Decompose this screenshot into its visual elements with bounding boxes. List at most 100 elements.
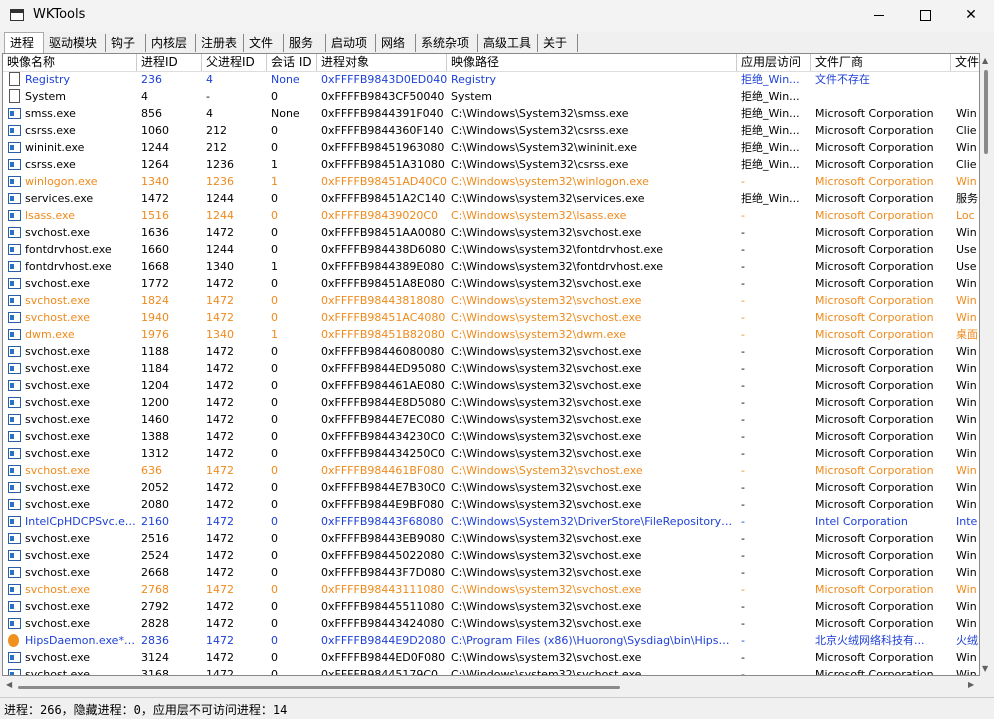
scroll-left-icon[interactable]: ◀	[6, 680, 12, 689]
scroll-down-icon[interactable]: ▼	[982, 664, 988, 673]
column-process-object[interactable]: 进程对象	[317, 54, 447, 71]
cell-parent-pid: 1472	[206, 481, 234, 494]
cell-user-access: -	[741, 260, 745, 273]
cell-image-path: C:\Windows\system32\services.exe	[451, 192, 645, 205]
tab-advanced-tools[interactable]: 高级工具	[478, 34, 538, 52]
cell-pid: 2768	[141, 583, 169, 596]
cell-image-path: C:\Windows\system32\svchost.exe	[451, 498, 642, 511]
cell-pid: 2080	[141, 498, 169, 511]
table-row[interactable]: winlogon.exe 1340 1236 1 0xFFFFB98451AD40C0 C…	[3, 173, 979, 190]
table-row[interactable]: svchost.exe 2792 1472 0 0xFFFFB98445511080 C:…	[3, 598, 979, 615]
table-row[interactable]: dwm.exe 1976 1340 1 0xFFFFB98451B82080 C:\Win…	[3, 326, 979, 343]
table-row[interactable]: smss.exe 856 4 None 0xFFFFB9844391F040 C:\Win…	[3, 105, 979, 122]
tab-about[interactable]: 关于	[538, 34, 578, 52]
column-pid[interactable]: 进程ID	[137, 54, 202, 71]
cell-image-path: C:\Windows\System32\svchost.exe	[451, 464, 643, 477]
minimize-button[interactable]	[856, 0, 902, 30]
table-row[interactable]: svchost.exe 2524 1472 0 0xFFFFB98445022080 C:…	[3, 547, 979, 564]
tab-network[interactable]: 网络	[376, 34, 416, 52]
cell-pid: 236	[141, 73, 162, 86]
table-row[interactable]: svchost.exe 1188 1472 0 0xFFFFB98446080080 C:…	[3, 343, 979, 360]
window-title: WKTools	[33, 7, 86, 22]
table-row[interactable]: svchost.exe 2052 1472 0 0xFFFFB9844E7B30C0 C:…	[3, 479, 979, 496]
cell-image-name: svchost.exe	[25, 668, 91, 676]
cell-image-path: C:\Windows\system32\svchost.exe	[451, 532, 642, 545]
cell-user-access: -	[741, 668, 745, 676]
table-row[interactable]: System 4 - 0 0xFFFFB9843CF50040 System 拒绝_Win.…	[3, 88, 979, 105]
table-row[interactable]: svchost.exe 1772 1472 0 0xFFFFB98451A8E080 C:…	[3, 275, 979, 292]
tab-process[interactable]: 进程	[4, 32, 44, 53]
column-session-id[interactable]: 会话 ID	[267, 54, 317, 71]
horizontal-scroll-thumb[interactable]	[18, 686, 620, 689]
table-row[interactable]: svchost.exe 1204 1472 0 0xFFFFB984461AE080 C:…	[3, 377, 979, 394]
table-row[interactable]: lsass.exe 1516 1244 0 0xFFFFB98439020C0 C:\Wi…	[3, 207, 979, 224]
column-file-vendor[interactable]: 文件厂商	[811, 54, 951, 71]
maximize-button[interactable]	[902, 0, 948, 30]
table-row[interactable]: fontdrvhost.exe 1660 1244 0 0xFFFFB984438D60…	[3, 241, 979, 258]
tab-hooks[interactable]: 钩子	[106, 34, 146, 52]
table-row[interactable]: svchost.exe 636 1472 0 0xFFFFB984461BF080 C:\…	[3, 462, 979, 479]
column-user-access[interactable]: 应用层访问	[737, 54, 811, 71]
column-image-name[interactable]: 映像名称	[3, 54, 137, 71]
table-row[interactable]: csrss.exe 1264 1236 1 0xFFFFB98451A31080 C:\W…	[3, 156, 979, 173]
cell-user-access: -	[741, 515, 745, 528]
tab-registry[interactable]: 注册表	[196, 34, 244, 52]
table-row[interactable]: svchost.exe 2828 1472 0 0xFFFFB98443424080 C:…	[3, 615, 979, 632]
table-row[interactable]: svchost.exe 2668 1472 0 0xFFFFB98443F7D080 C:…	[3, 564, 979, 581]
tab-files[interactable]: 文件	[244, 34, 284, 52]
cell-user-access: -	[741, 226, 745, 239]
app-icon	[8, 329, 21, 340]
cell-pid: 1060	[141, 124, 169, 137]
tab-startup[interactable]: 启动项	[326, 34, 376, 52]
tab-kernel[interactable]: 内核层	[146, 34, 196, 52]
table-row[interactable]: svchost.exe 3124 1472 0 0xFFFFB9844ED0F080 C:…	[3, 649, 979, 666]
table-row[interactable]: svchost.exe 1184 1472 0 0xFFFFB9844ED95080 C:…	[3, 360, 979, 377]
cell-image-path: C:\Windows\system32\svchost.exe	[451, 413, 642, 426]
cell-user-access: -	[741, 651, 745, 664]
minimize-icon	[874, 14, 884, 16]
table-row[interactable]: csrss.exe 1060 212 0 0xFFFFB9844360F140 C:\Wi…	[3, 122, 979, 139]
process-list[interactable]: 映像名称 进程ID 父进程ID 会话 ID 进程对象 映像路径 应用层访问 文件…	[2, 53, 980, 676]
cell-session-id: 0	[271, 634, 278, 647]
table-row[interactable]: Registry 236 4 None 0xFFFFB9843D0ED040 Regist…	[3, 71, 979, 88]
table-row[interactable]: svchost.exe 3168 1472 0 0xFFFFB98445179C0 C:\…	[3, 666, 979, 676]
tab-bar: 进程 驱动模块 钩子 内核层 注册表 文件 服务 启动项 网络 系统杂项 高级工…	[0, 32, 994, 53]
table-row[interactable]: svchost.exe 1388 1472 0 0xFFFFB984434230C0 C:…	[3, 428, 979, 445]
app-icon	[8, 261, 21, 272]
table-row[interactable]: wininit.exe 1244 212 0 0xFFFFB98451963080 C:\…	[3, 139, 979, 156]
table-row[interactable]: svchost.exe 1460 1472 0 0xFFFFB9844E7EC080 C:…	[3, 411, 979, 428]
table-row[interactable]: HipsDaemon.exe*32 2836 1472 0 0xFFFFB9844E9D…	[3, 632, 979, 649]
cell-file-vendor: Microsoft Corporation	[815, 430, 934, 443]
cell-file-vendor: Microsoft Corporation	[815, 464, 934, 477]
column-image-path[interactable]: 映像路径	[447, 54, 737, 71]
column-file-description[interactable]: 文件描述	[951, 54, 979, 71]
cell-file-vendor: Microsoft Corporation	[815, 498, 934, 511]
horizontal-scrollbar[interactable]	[2, 676, 980, 692]
table-row[interactable]: svchost.exe 1200 1472 0 0xFFFFB9844E8D5080 C:…	[3, 394, 979, 411]
cell-user-access: 拒绝_Win...	[741, 141, 800, 154]
cell-parent-pid: 1472	[206, 464, 234, 477]
app-icon	[8, 431, 21, 442]
table-row[interactable]: svchost.exe 1824 1472 0 0xFFFFB98443818080 C:…	[3, 292, 979, 309]
cell-pid: 2668	[141, 566, 169, 579]
cell-image-path: C:\Program Files (x86)\Huorong\Sysdiag\b…	[451, 634, 735, 647]
table-row[interactable]: svchost.exe 1636 1472 0 0xFFFFB98451AA0080 C:…	[3, 224, 979, 241]
scroll-right-icon[interactable]: ▶	[968, 680, 974, 689]
table-row[interactable]: svchost.exe 1312 1472 0 0xFFFFB984434250C0 C:…	[3, 445, 979, 462]
tab-services[interactable]: 服务	[284, 34, 326, 52]
column-parent-pid[interactable]: 父进程ID	[202, 54, 267, 71]
app-icon	[8, 465, 21, 476]
cell-image-name: svchost.exe	[25, 345, 91, 358]
table-row[interactable]: IntelCpHDCPSvc.exe 2160 1472 0 0xFFFFB98443F…	[3, 513, 979, 530]
close-button[interactable]: ✕	[948, 0, 994, 30]
table-row[interactable]: svchost.exe 2768 1472 0 0xFFFFB98443111080 C:…	[3, 581, 979, 598]
table-row[interactable]: svchost.exe 2080 1472 0 0xFFFFB9844E9BF080 C:…	[3, 496, 979, 513]
scroll-up-icon[interactable]: ▲	[982, 56, 988, 65]
tab-system-misc[interactable]: 系统杂项	[416, 34, 478, 52]
table-row[interactable]: fontdrvhost.exe 1668 1340 1 0xFFFFB9844389E0…	[3, 258, 979, 275]
vertical-scroll-thumb[interactable]	[984, 70, 988, 154]
table-row[interactable]: svchost.exe 2516 1472 0 0xFFFFB98443EB9080 C:…	[3, 530, 979, 547]
table-row[interactable]: services.exe 1472 1244 0 0xFFFFB98451A2C140 C…	[3, 190, 979, 207]
table-row[interactable]: svchost.exe 1940 1472 0 0xFFFFB98451AC4080 C:…	[3, 309, 979, 326]
tab-driver-modules[interactable]: 驱动模块	[44, 34, 106, 52]
